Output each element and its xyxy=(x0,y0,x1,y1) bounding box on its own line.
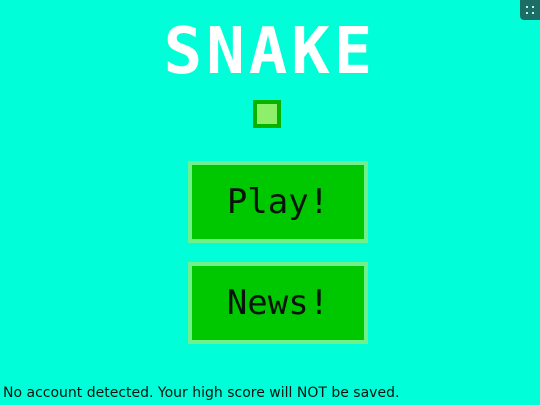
expand-button[interactable] xyxy=(520,0,540,20)
news-button[interactable]: News! xyxy=(188,262,368,344)
play-button-label: Play! xyxy=(226,182,330,222)
snake-food-square-icon xyxy=(253,100,281,128)
account-status-message: No account detected. Your high score wil… xyxy=(3,385,400,401)
expand-icon xyxy=(526,6,534,14)
news-button-label: News! xyxy=(226,283,330,323)
play-button[interactable]: Play! xyxy=(188,161,368,243)
game-title: SNAKE xyxy=(163,15,377,89)
